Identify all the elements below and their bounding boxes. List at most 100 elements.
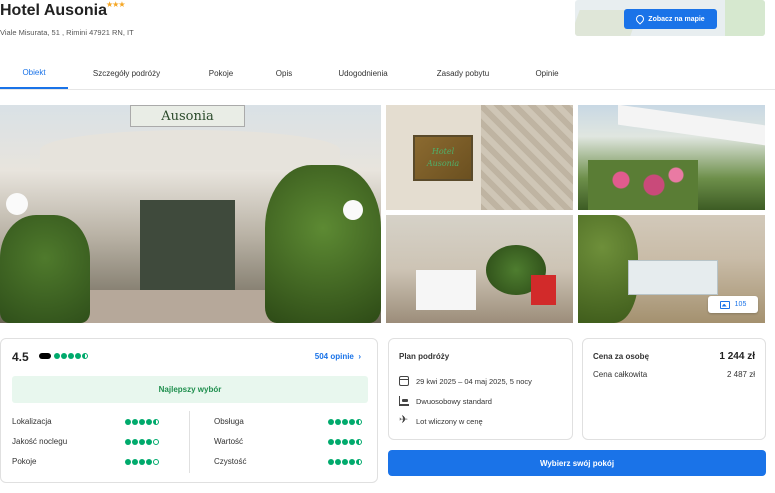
- map-pin-icon: [634, 13, 646, 25]
- rating-dot: [75, 353, 81, 359]
- rating-dot: [328, 459, 334, 465]
- rating-dot: [68, 353, 74, 359]
- hotel-name: Hotel Ausonia: [0, 2, 107, 19]
- star-rating-icon: ★★★: [106, 0, 125, 9]
- criterion-dots: [328, 459, 362, 465]
- overall-rating-dots: [54, 353, 88, 359]
- price-per-person-label: Cena za osobę: [593, 352, 650, 361]
- rating-dot: [82, 353, 88, 359]
- reception-counter: [628, 260, 718, 295]
- criterion-dots: [125, 439, 159, 445]
- rating-dot: [328, 439, 334, 445]
- price-per-person-value: 1 244 zł: [719, 351, 755, 362]
- rating-dot: [139, 439, 145, 445]
- show-map-button[interactable]: Zobacz na mapie: [624, 9, 717, 29]
- plane-icon: [399, 413, 409, 426]
- tab-szczegoly-podrozy[interactable]: Szczegóły podróży: [80, 58, 173, 89]
- rating-dot: [335, 459, 341, 465]
- criterion-label: Jakość noclegu: [12, 437, 68, 446]
- rating-dot: [146, 439, 152, 445]
- red-chair: [531, 275, 556, 305]
- main-photo[interactable]: Ausonia: [0, 105, 381, 323]
- criterion-dots: [328, 439, 362, 445]
- rating-dot: [335, 419, 341, 425]
- criterion-dots: [125, 419, 159, 425]
- rating-dot: [349, 419, 355, 425]
- criterion-label: Czystość: [214, 457, 247, 466]
- rating-dot: [356, 459, 362, 465]
- show-map-label: Zobacz na mapie: [648, 15, 705, 23]
- criterion-label: Obsługa: [214, 417, 244, 426]
- tab-opis[interactable]: Opis: [264, 58, 304, 89]
- rating-score: 4.5: [12, 350, 29, 364]
- hotel-header: Hotel Ausonia ★★★ Viale Misurata, 51 , R…: [0, 0, 775, 50]
- hotel-address: Viale Misurata, 51 , Rimini 47921 RN, IT: [0, 28, 134, 37]
- rating-dot: [54, 353, 60, 359]
- criterion-dots: [328, 419, 362, 425]
- rating-dot: [139, 459, 145, 465]
- trip-plan-card: Plan podróży 29 kwi 2025 – 04 maj 2025, …: [388, 338, 573, 440]
- rating-dot: [335, 439, 341, 445]
- tab-obiekt[interactable]: Obiekt: [0, 58, 68, 89]
- entrance-door: [140, 200, 235, 295]
- price-total-value: 2 487 zł: [726, 370, 755, 379]
- map-park: [725, 0, 765, 36]
- terrace-awning: [618, 105, 765, 146]
- rating-card: 4.5 504 opinie › Najlepszy wybór Lokaliz…: [0, 338, 378, 483]
- photo-entrance[interactable]: [386, 215, 573, 323]
- plan-room-row: Dwuosobowy standard: [399, 396, 492, 406]
- rating-dot: [132, 419, 138, 425]
- photo-count-button[interactable]: 105: [708, 296, 758, 313]
- plan-room: Dwuosobowy standard: [416, 396, 492, 406]
- rating-dot: [132, 459, 138, 465]
- hotel-sign: Ausonia: [130, 105, 245, 127]
- photo-plaque[interactable]: Hotel Ausonia: [386, 105, 573, 210]
- tab-bar: Obiekt Szczegóły podróży Pokoje Opis Udo…: [0, 58, 775, 90]
- rating-dot: [356, 439, 362, 445]
- tab-pokoje[interactable]: Pokoje: [196, 58, 246, 89]
- price-total-label: Cena całkowita: [593, 370, 648, 379]
- criterion-dots: [125, 459, 159, 465]
- price-card: Cena za osobę 1 244 zł Cena całkowita 2 …: [582, 338, 766, 440]
- rating-dot: [139, 419, 145, 425]
- plan-dates: 29 kwi 2025 – 04 maj 2025, 5 nocy: [416, 376, 532, 386]
- hotel-plaque: Hotel Ausonia: [413, 135, 473, 181]
- criterion-label: Wartość: [214, 437, 244, 446]
- criterion-label: Pokoje: [12, 457, 37, 466]
- plan-title: Plan podróży: [399, 352, 450, 361]
- photo-count-label: 105: [734, 301, 747, 308]
- calendar-icon: [399, 376, 409, 386]
- palm-tree-right: [265, 165, 381, 323]
- photo-terrace[interactable]: [578, 105, 765, 210]
- tab-zasady-pobytu[interactable]: Zasady pobytu: [422, 58, 504, 89]
- rating-dot: [349, 439, 355, 445]
- image-icon: [719, 300, 730, 309]
- rating-dot: [125, 459, 131, 465]
- tab-udogodnienia[interactable]: Udogodnienia: [326, 58, 400, 89]
- entrance-railing: [416, 270, 476, 310]
- rating-dot: [342, 439, 348, 445]
- rating-dot: [349, 459, 355, 465]
- rating-dot: [153, 459, 159, 465]
- criteria-divider: [189, 411, 190, 473]
- tab-opinie[interactable]: Opinie: [524, 58, 570, 89]
- rating-dot: [61, 353, 67, 359]
- tripadvisor-owl-icon: [39, 353, 51, 359]
- flower-bed: [588, 160, 698, 210]
- rating-dot: [153, 439, 159, 445]
- rating-dot: [342, 419, 348, 425]
- criterion-label: Lokalizacja: [12, 417, 52, 426]
- plan-flight: Lot wliczony w cenę: [416, 416, 483, 426]
- entrance-floor: [60, 290, 300, 323]
- lamp-right: [343, 200, 363, 220]
- palm-tree-left: [0, 215, 90, 323]
- rating-dot: [132, 439, 138, 445]
- reviews-link[interactable]: 504 opinie ›: [315, 352, 361, 361]
- plaque-line2: Ausonia: [426, 159, 460, 168]
- best-choice-badge: Najlepszy wybór: [12, 376, 368, 403]
- select-room-button[interactable]: Wybierz swój pokój: [388, 450, 766, 476]
- rating-dot: [153, 419, 159, 425]
- chevron-right-icon: ›: [356, 352, 361, 361]
- bed-icon: [399, 396, 409, 406]
- rating-dot: [146, 419, 152, 425]
